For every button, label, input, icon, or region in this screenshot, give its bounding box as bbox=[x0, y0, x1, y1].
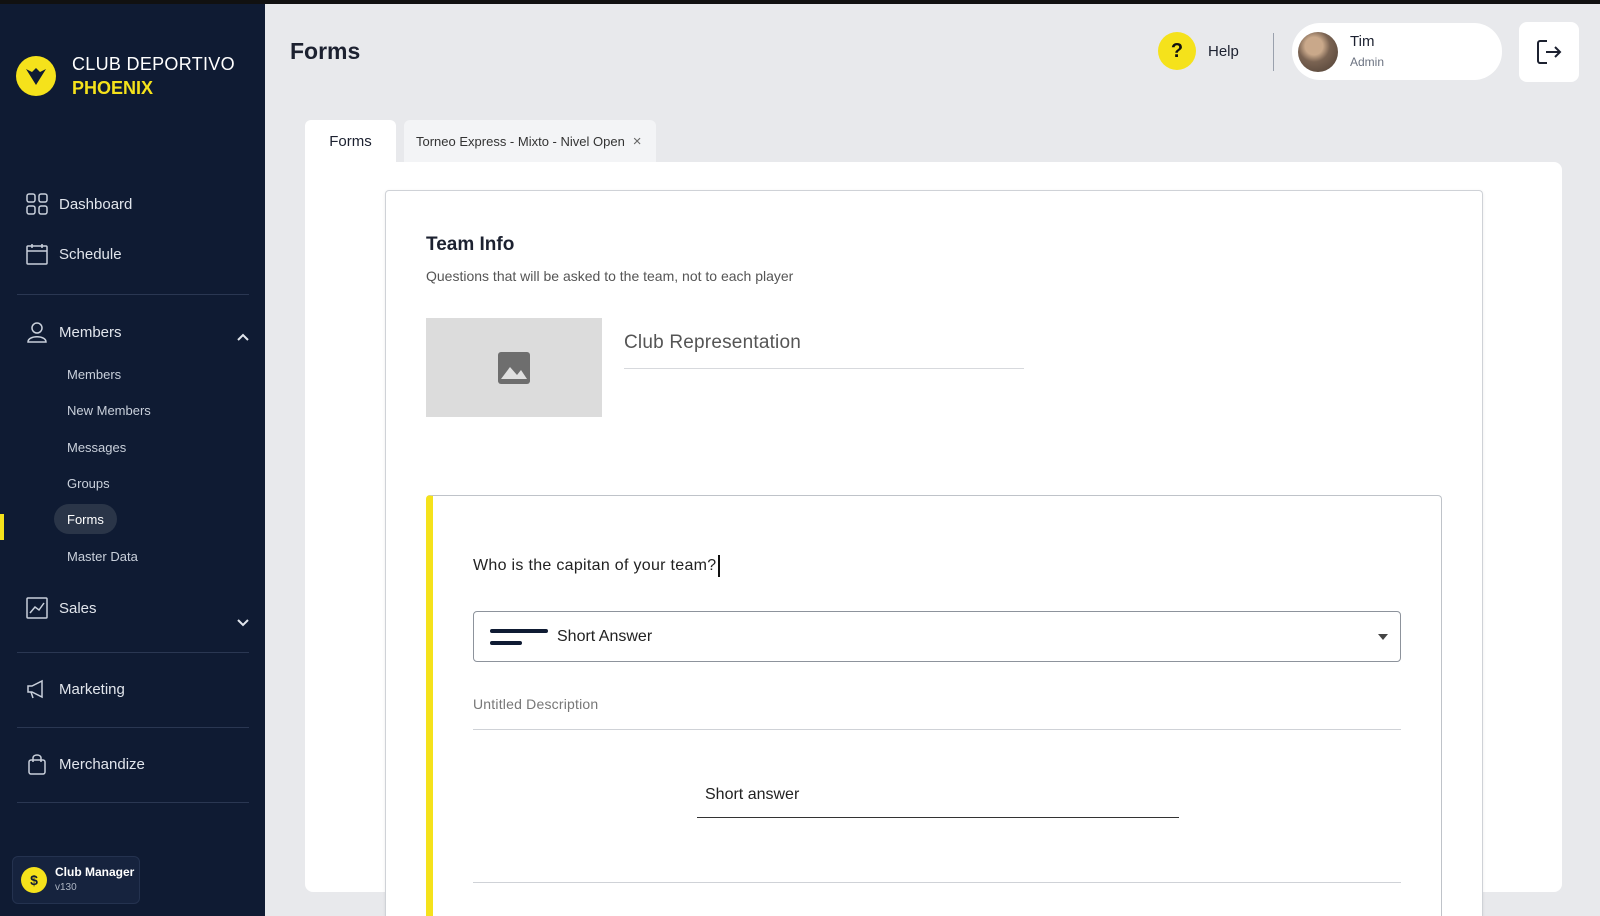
sidebar-item-label: Sales bbox=[59, 599, 97, 617]
grid-icon bbox=[25, 192, 49, 216]
window-top-edge bbox=[0, 0, 1600, 4]
question-divider bbox=[473, 882, 1401, 883]
sidebar-subitem-messages[interactable]: Messages bbox=[54, 432, 139, 462]
logout-button[interactable] bbox=[1519, 22, 1579, 82]
user-name: Tim bbox=[1350, 32, 1375, 50]
header-separator bbox=[1273, 33, 1274, 71]
sidebar-subitem-forms[interactable]: Forms bbox=[54, 504, 117, 534]
phoenix-bird-icon bbox=[16, 56, 56, 96]
sidebar-item-merchandize[interactable]: Merchandize bbox=[25, 752, 145, 776]
sidebar-subitem-master-data[interactable]: Master Data bbox=[54, 541, 151, 571]
short-answer-icon bbox=[490, 625, 548, 649]
calendar-icon bbox=[25, 242, 49, 266]
sidebar-item-sales[interactable]: Sales bbox=[25, 596, 97, 620]
answer-preview-field: Short answer bbox=[697, 786, 1179, 818]
club-manager-version: v130 bbox=[55, 882, 77, 893]
question-type-label: Short Answer bbox=[557, 627, 653, 645]
sidebar-item-label: Merchandize bbox=[59, 755, 145, 773]
close-icon[interactable]: × bbox=[633, 133, 642, 150]
form-title-field[interactable]: Club Representation bbox=[624, 332, 1024, 369]
sidebar-item-label: Schedule bbox=[59, 245, 122, 263]
sidebar-divider bbox=[17, 652, 249, 653]
section-title: Team Info bbox=[426, 234, 515, 255]
club-manager-badge[interactable]: $ Club Manager v130 bbox=[12, 856, 140, 904]
sidebar-item-dashboard[interactable]: Dashboard bbox=[25, 192, 132, 216]
sidebar-divider bbox=[17, 294, 249, 295]
help-label: Help bbox=[1208, 42, 1239, 60]
sidebar-subitem-groups[interactable]: Groups bbox=[54, 468, 123, 498]
tab-label: Torneo Express - Mixto - Nivel Open bbox=[416, 133, 625, 149]
sidebar-item-members[interactable]: Members bbox=[25, 320, 122, 344]
logout-icon bbox=[1537, 40, 1562, 64]
sidebar-item-marketing[interactable]: Marketing bbox=[25, 677, 125, 701]
tab-label: Forms bbox=[329, 132, 372, 150]
help-button[interactable]: ? Help bbox=[1158, 32, 1239, 70]
sidebar-item-schedule[interactable]: Schedule bbox=[25, 242, 122, 266]
tab-torneo-express[interactable]: Torneo Express - Mixto - Nivel Open × bbox=[404, 120, 656, 162]
user-icon bbox=[25, 320, 49, 344]
sidebar-divider bbox=[17, 727, 249, 728]
question-text: Who is the capitan of your team? bbox=[473, 557, 717, 575]
user-role: Admin bbox=[1350, 54, 1385, 69]
club-manager-logo-icon: $ bbox=[21, 867, 47, 893]
question-mark-icon: ? bbox=[1158, 32, 1196, 70]
page-title: Forms bbox=[290, 38, 361, 64]
sidebar-divider bbox=[17, 802, 249, 803]
dropdown-arrow-icon bbox=[1378, 634, 1388, 640]
chevron-up-icon[interactable] bbox=[236, 330, 250, 344]
brand[interactable]: CLUB DEPORTIVO PHOENIX bbox=[16, 52, 235, 100]
sidebar-item-label: Marketing bbox=[59, 680, 125, 698]
section-subtitle: Questions that will be asked to the team… bbox=[426, 268, 794, 284]
question-type-select[interactable]: Short Answer bbox=[473, 611, 1401, 662]
sidebar-subitem-members[interactable]: Members bbox=[54, 359, 134, 389]
image-upload-placeholder[interactable] bbox=[426, 318, 602, 417]
sidebar: CLUB DEPORTIVO PHOENIX Dashboard Schedul… bbox=[0, 4, 265, 916]
brand-subname: PHOENIX bbox=[72, 78, 154, 98]
club-manager-title: Club Manager bbox=[55, 865, 135, 879]
brand-name: CLUB DEPORTIVO bbox=[72, 54, 235, 74]
sidebar-subitem-new-members[interactable]: New Members bbox=[54, 395, 164, 425]
megaphone-icon bbox=[25, 677, 49, 701]
question-text-field[interactable]: Who is the capitan of your team? bbox=[473, 555, 720, 577]
sidebar-item-label: Dashboard bbox=[59, 195, 133, 213]
image-icon bbox=[498, 351, 530, 384]
user-menu[interactable]: Tim Admin bbox=[1292, 23, 1502, 80]
bag-icon bbox=[25, 752, 49, 776]
sidebar-item-label: Members bbox=[59, 323, 122, 341]
chart-icon bbox=[25, 596, 49, 620]
tab-forms[interactable]: Forms bbox=[305, 120, 396, 162]
description-field[interactable]: Untitled Description bbox=[473, 696, 1401, 730]
active-nav-marker bbox=[0, 514, 4, 540]
avatar bbox=[1298, 31, 1338, 72]
chevron-down-icon[interactable] bbox=[236, 616, 250, 630]
text-cursor bbox=[717, 555, 720, 577]
